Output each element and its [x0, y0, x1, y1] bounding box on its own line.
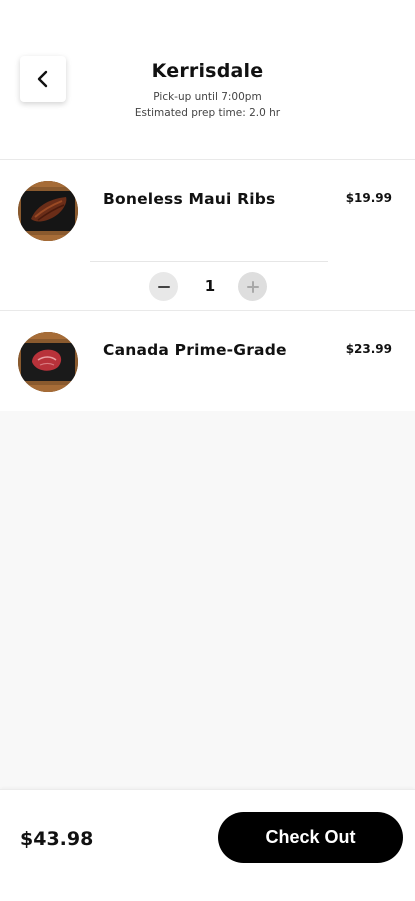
ribs-thumbnail[interactable] — [18, 181, 78, 241]
decrease-quantity-button[interactable] — [149, 272, 178, 301]
pickup-time: Pick-up until 7:00pm — [153, 91, 262, 103]
steak-image — [18, 332, 78, 392]
increase-quantity-button[interactable] — [238, 272, 267, 301]
ribs-image — [18, 181, 78, 241]
store-name: Kerrisdale — [151, 60, 264, 82]
checkout-button[interactable]: Check Out — [218, 812, 403, 863]
quantity-value: 1 — [204, 277, 216, 295]
empty-area — [0, 411, 415, 789]
prep-time: Estimated prep time: 2.0 hr — [134, 107, 281, 119]
cart-item: Canada Prime-Grade $23.99 — [0, 311, 415, 411]
divider — [90, 261, 328, 262]
header: Kerrisdale Pick-up until 7:00pm Estimate… — [0, 0, 415, 159]
cart-total: $43.98 — [20, 828, 94, 850]
minus-icon — [157, 285, 170, 288]
item-name[interactable]: Boneless Maui Ribs — [103, 190, 275, 208]
steak-thumbnail[interactable] — [18, 332, 78, 392]
checkout-bar: $43.98 Check Out — [0, 789, 415, 901]
item-price: $23.99 — [345, 342, 392, 356]
item-name[interactable]: Canada Prime-Grade — [103, 341, 287, 359]
cart-item: Boneless Maui Ribs $19.99 1 — [0, 160, 415, 310]
plus-icon — [246, 280, 259, 293]
item-price: $19.99 — [345, 191, 392, 205]
